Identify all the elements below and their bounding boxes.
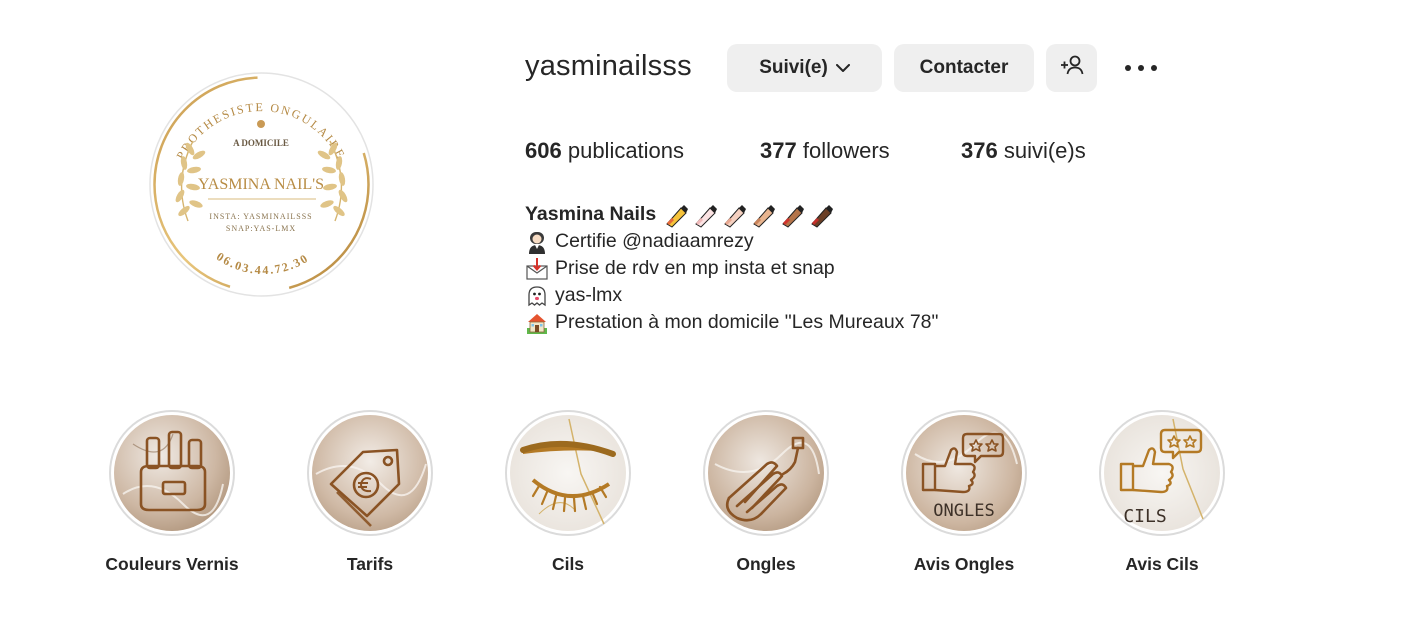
avatar-snap-text: SNAP:YAS-LMX (226, 224, 296, 233)
bio-text: yas-lmx (555, 284, 623, 306)
highlight-couleurs-vernis[interactable]: Couleurs Vernis (87, 410, 257, 575)
contact-button-label: Contacter (919, 57, 1009, 78)
bio-line: Prestation à mon domicile "Les Mureaux 7… (525, 309, 1125, 336)
profile-username: yasminailsss (525, 50, 692, 82)
highlight-cover (505, 410, 631, 536)
stat-posts: 606 publications (525, 138, 684, 164)
highlight-overlay-text: ONGLES (933, 501, 994, 521)
envelope-arrow-icon (525, 257, 549, 281)
avatar-insta-text: INSTA: YASMINAILSSS (209, 212, 312, 221)
highlight-cover (307, 410, 433, 536)
contact-button[interactable]: Contacter (894, 44, 1034, 92)
nail-polish-emojis (663, 202, 837, 228)
suggested-users-button[interactable] (1046, 44, 1097, 92)
followers-label: followers (802, 138, 890, 163)
posts-count: 606 (525, 138, 562, 163)
stat-followers[interactable]: 377 followers (760, 138, 890, 164)
nail-emoji-icon (724, 204, 747, 228)
bio-text: Prestation à mon domicile "Les Mureaux 7… (555, 311, 939, 333)
stat-following[interactable]: 376 suivi(e)s (961, 138, 1086, 164)
thumbs-up-review-icon: CILS (1104, 415, 1220, 531)
bio-display-name: Yasmina Nails (525, 203, 657, 225)
highlight-avis-ongles[interactable]: ONGLES Avis Ongles (879, 410, 1049, 575)
avatar-subtitle: A DOMICILE (233, 138, 289, 148)
highlight-label: Tarifs (346, 554, 394, 574)
more-options-button[interactable] (1118, 52, 1164, 84)
highlight-ongles[interactable]: Ongles (681, 410, 851, 575)
thumbs-up-review-icon: ONGLES (906, 415, 1022, 531)
bio-text: Certifie @nadiaamrezy (555, 230, 754, 252)
highlight-label: Couleurs Vernis (105, 554, 239, 574)
highlight-cover (109, 410, 235, 536)
highlight-overlay-text: CILS (1123, 506, 1166, 527)
highlight-label: Cils (551, 554, 585, 574)
following-label: suivi(e)s (1003, 138, 1086, 163)
house-icon (525, 311, 549, 335)
highlight-tarifs[interactable]: Tarifs (285, 410, 455, 575)
nail-emoji-icon (782, 204, 805, 228)
person-add-icon (1060, 54, 1084, 82)
chevron-down-icon (835, 63, 850, 73)
bio-name-line: Yasmina Nails (525, 201, 1125, 228)
more-horizontal-icon (1124, 59, 1158, 77)
profile-bio: Yasmina Nails Certifie @nadiaamrezy Pris… (525, 201, 1125, 336)
bio-line: yas-lmx (525, 282, 1125, 309)
ghost-icon (525, 284, 549, 308)
price-tag-icon (312, 415, 428, 531)
highlight-label: Ongles (736, 554, 796, 574)
bio-text: Prise de rdv en mp insta et snap (555, 257, 835, 279)
bio-line: Prise de rdv en mp insta et snap (525, 255, 1125, 282)
posts-label: publications (567, 138, 685, 163)
highlight-label: Avis Ongles (913, 554, 1015, 574)
followers-count: 377 (760, 138, 797, 163)
bio-line: Certifie @nadiaamrezy (525, 228, 1125, 255)
highlight-cover (703, 410, 829, 536)
nail-polish-icon (114, 415, 230, 531)
nail-emoji-icon (753, 204, 776, 228)
following-button-label: Suivi(e) (759, 57, 828, 78)
highlight-avis-cils[interactable]: CILS Avis Cils (1077, 410, 1247, 575)
nail-emoji-icon (666, 204, 689, 228)
highlight-label: Avis Cils (1125, 554, 1199, 574)
highlight-cover: CILS (1099, 410, 1225, 536)
highlight-cover: ONGLES (901, 410, 1027, 536)
avatar-logo: PROTHESISTE ONGULAIRE A DOMICILE (149, 72, 374, 297)
woman-graduate-icon (525, 230, 549, 254)
profile-avatar[interactable]: PROTHESISTE ONGULAIRE A DOMICILE (148, 71, 375, 298)
nail-emoji-icon (695, 204, 718, 228)
eyelash-icon (510, 415, 626, 531)
nail-emoji-icon (811, 204, 834, 228)
following-button[interactable]: Suivi(e) (727, 44, 882, 92)
nail-file-hand-icon (708, 415, 824, 531)
highlight-cils[interactable]: Cils (483, 410, 653, 575)
story-highlights: Couleurs Vernis Tarifs Cils Ongles ONGLE… (0, 410, 1405, 610)
avatar-brand-name: YASMINA NAIL'S (198, 176, 324, 193)
following-count: 376 (961, 138, 998, 163)
